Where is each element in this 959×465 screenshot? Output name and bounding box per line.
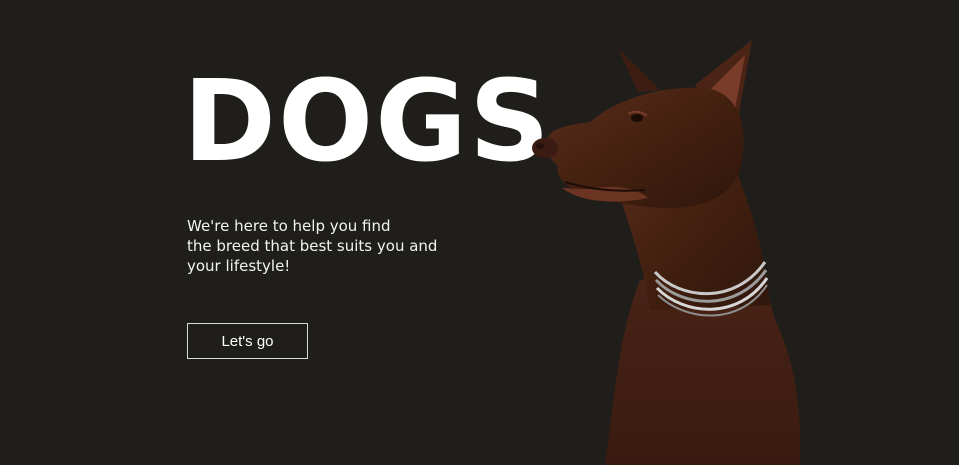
lets-go-button[interactable]: Let's go	[187, 323, 308, 359]
page-title: DOGS	[183, 57, 552, 187]
subtitle-line: the breed that best suits you and	[187, 237, 438, 255]
doberman-dog-image	[532, 40, 801, 465]
hero-section: DOGS We're here to help you find the bre…	[0, 0, 959, 465]
subtitle-line: your lifestyle!	[187, 257, 291, 275]
subtitle-line: We're here to help you find	[187, 217, 391, 235]
hero-subtitle: We're here to help you find the breed th…	[187, 216, 487, 276]
